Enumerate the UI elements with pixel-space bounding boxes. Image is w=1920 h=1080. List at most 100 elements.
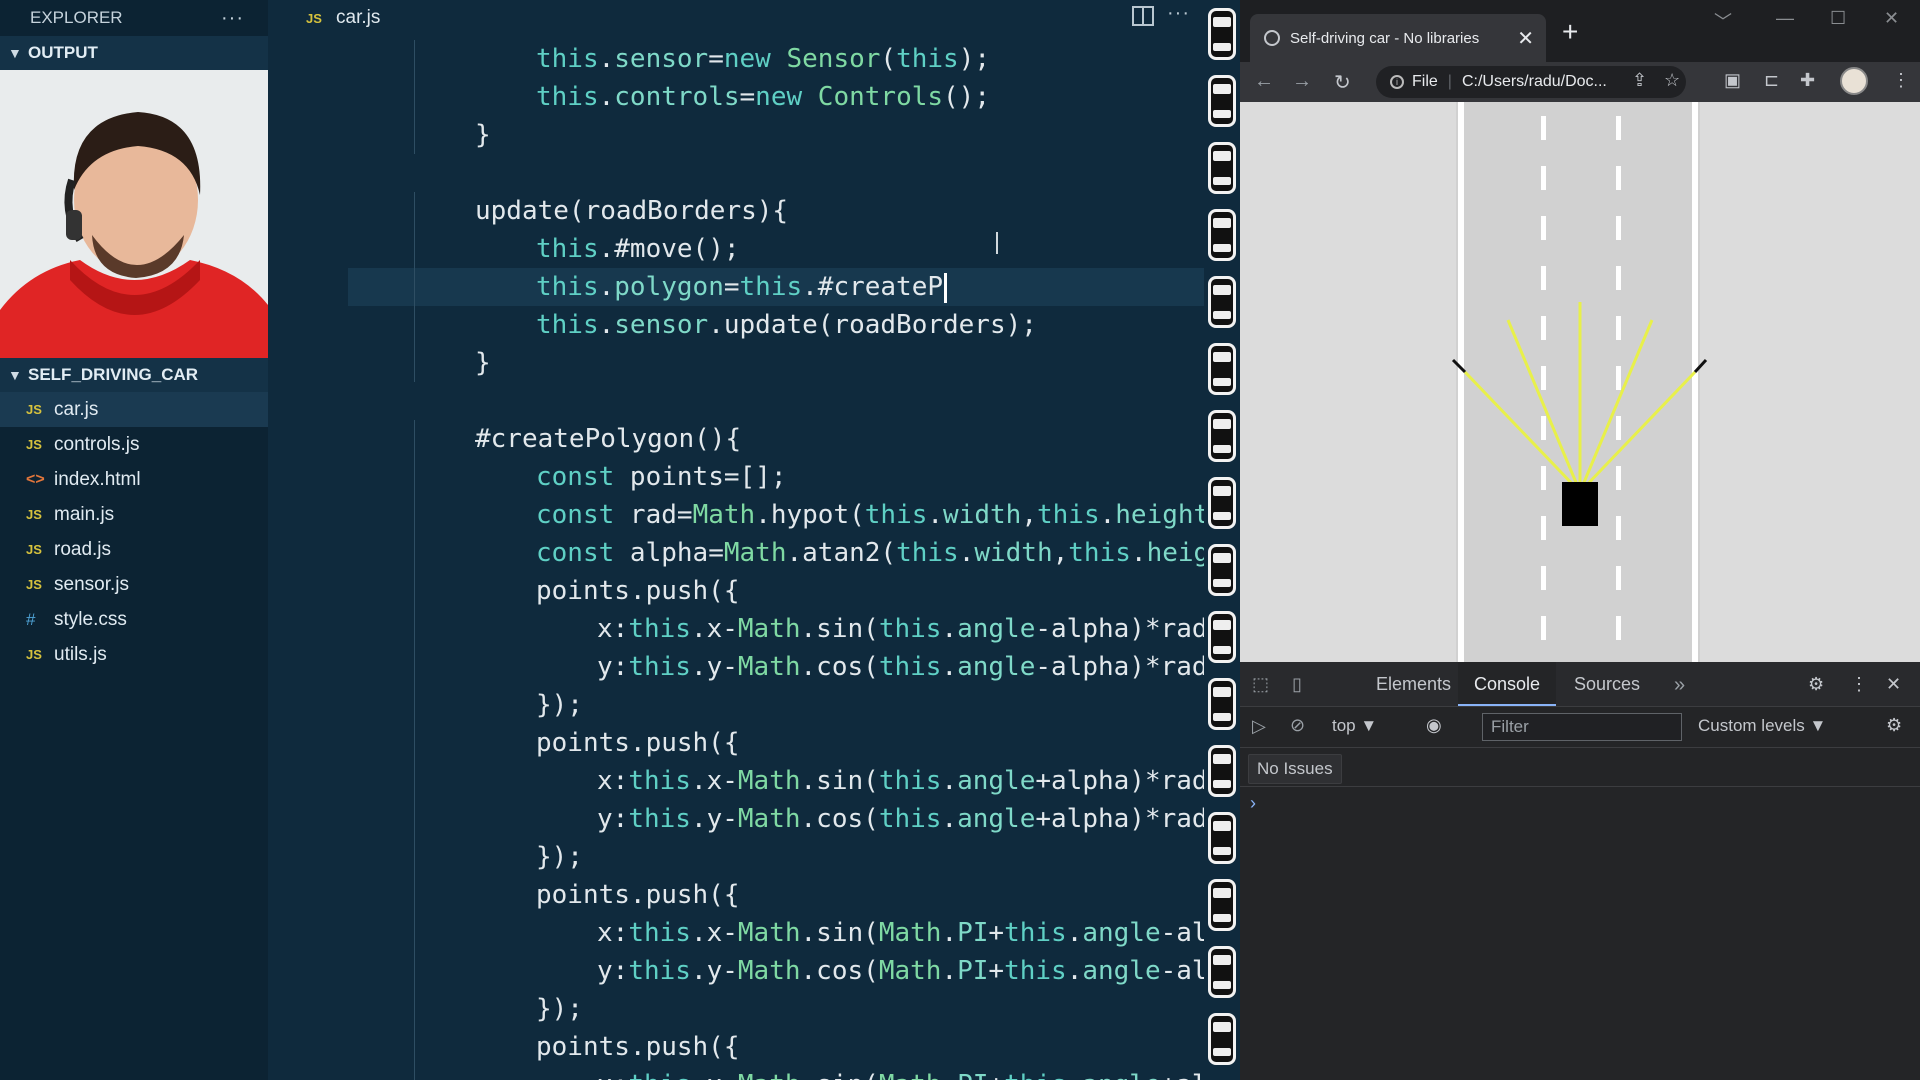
code-line[interactable]: y:this.y-Math.cos(this.angle+alpha)*rad: [268, 800, 1204, 838]
back-icon[interactable]: ←: [1254, 70, 1274, 93]
split-editor-icon[interactable]: [1132, 6, 1154, 26]
more-tabs-icon[interactable]: »: [1674, 674, 1694, 696]
code-line[interactable]: y:this.y-Math.cos(this.angle-alpha)*rad: [268, 648, 1204, 686]
code-line[interactable]: this.sensor.update(roadBorders);: [268, 306, 1204, 344]
code-line[interactable]: const points=[];: [268, 458, 1204, 496]
devtools-menu-icon[interactable]: ⋮: [1850, 674, 1870, 694]
html-file-icon: <>: [26, 470, 45, 488]
code-line[interactable]: });: [268, 686, 1204, 724]
maximize-icon[interactable]: ☐: [1830, 8, 1846, 29]
indent-guide: [414, 724, 415, 762]
reload-icon[interactable]: ↻: [1334, 70, 1351, 95]
code-line[interactable]: x:this.x-Math.sin(Math.PI+this.angle-alp…: [268, 914, 1204, 952]
new-tab-icon[interactable]: +: [1562, 16, 1578, 48]
file-item[interactable]: <> index.html: [0, 462, 268, 497]
code-line[interactable]: const rad=Math.hypot(this.width,this.hei…: [268, 496, 1204, 534]
minimize-icon[interactable]: —: [1776, 8, 1794, 29]
code-line[interactable]: update(roadBorders){: [268, 192, 1204, 230]
eye-icon[interactable]: ◉: [1426, 715, 1446, 735]
car-icon: [1208, 142, 1236, 194]
output-section-header[interactable]: ▼ OUTPUT: [0, 36, 268, 70]
code-editor[interactable]: JS car.js ··· this.sensor=new Sensor(thi…: [268, 0, 1204, 1080]
indent-guide: [414, 192, 415, 230]
no-issues-button[interactable]: No Issues: [1248, 754, 1342, 784]
bookmark-star-icon[interactable]: ☆: [1664, 70, 1680, 91]
code-line[interactable]: const alpha=Math.atan2(this.width,this.h…: [268, 534, 1204, 572]
close-devtools-icon[interactable]: ✕: [1886, 674, 1906, 694]
indent-guide: [414, 1028, 415, 1066]
code-text: }: [475, 348, 491, 378]
code-line[interactable]: [268, 382, 1204, 420]
code-line[interactable]: points.push({: [268, 1028, 1204, 1066]
editor-tab-label: car.js: [336, 7, 381, 28]
code-text: }: [475, 120, 491, 150]
code-text: this.polygon=this.#createP: [536, 272, 944, 302]
indent-guide: [414, 914, 415, 952]
indent-guide: [414, 116, 415, 154]
tab-elements[interactable]: Elements: [1360, 662, 1467, 706]
code-line[interactable]: points.push({: [268, 572, 1204, 610]
mouse-ibeam-cursor: [996, 232, 998, 254]
file-item[interactable]: JS road.js: [0, 532, 268, 567]
code-line[interactable]: #createPolygon(){: [268, 420, 1204, 458]
browser-tab[interactable]: Self-driving car - No libraries ✕: [1250, 14, 1546, 62]
extension-icon[interactable]: ▣: [1724, 70, 1741, 91]
code-line[interactable]: this.controls=new Controls();: [268, 78, 1204, 116]
file-item[interactable]: JS utils.js: [0, 637, 268, 672]
code-line[interactable]: x:this.x-Math.sin(Math.PI+this.angle+alp…: [268, 1066, 1204, 1080]
code-text: this.controls=new Controls();: [536, 82, 990, 112]
explorer-more-icon[interactable]: ···: [221, 7, 244, 30]
file-item[interactable]: JS main.js: [0, 497, 268, 532]
info-icon[interactable]: i: [1390, 75, 1404, 89]
code-line[interactable]: }: [268, 116, 1204, 154]
editor-tab-car-js[interactable]: JS car.js: [268, 0, 380, 36]
code-line-current[interactable]: this.polygon=this.#createP: [348, 268, 1204, 306]
code-line[interactable]: }: [268, 344, 1204, 382]
code-line[interactable]: this.#move();: [268, 230, 1204, 268]
close-tab-icon[interactable]: ✕: [1517, 26, 1534, 51]
code-line[interactable]: x:this.x-Math.sin(this.angle-alpha)*rad,: [268, 610, 1204, 648]
project-section-header[interactable]: ▼ SELF_DRIVING_CAR: [0, 358, 268, 392]
context-selector[interactable]: top ▼: [1332, 716, 1377, 736]
explorer-title: EXPLORER: [30, 8, 123, 27]
console-filter-input[interactable]: [1482, 713, 1682, 741]
window-close-icon[interactable]: ✕: [1884, 8, 1899, 29]
file-item[interactable]: JS sensor.js: [0, 567, 268, 602]
translate-icon[interactable]: ⊏: [1764, 70, 1779, 91]
code-line[interactable]: [268, 154, 1204, 192]
tab-search-icon[interactable]: ﹀: [1714, 8, 1732, 34]
code-text: x:this.x-Math.sin(Math.PI+this.angle+alp…: [597, 1070, 1204, 1080]
output-label: OUTPUT: [28, 43, 98, 62]
code-line[interactable]: x:this.x-Math.sin(this.angle+alpha)*rad,: [268, 762, 1204, 800]
chevron-down-icon: ▼: [8, 367, 22, 383]
code-line[interactable]: });: [268, 838, 1204, 876]
gear-icon[interactable]: ⚙: [1808, 674, 1828, 694]
log-levels-dropdown[interactable]: Custom levels ▼: [1698, 716, 1826, 736]
editor-more-icon[interactable]: ···: [1167, 2, 1190, 25]
device-toolbar-icon[interactable]: ▯: [1292, 674, 1312, 694]
share-icon[interactable]: ⇪: [1632, 70, 1647, 91]
file-item[interactable]: # style.css: [0, 602, 268, 637]
code-text: points.push({: [536, 1032, 740, 1062]
tab-console[interactable]: Console: [1458, 662, 1557, 706]
code-text: });: [536, 994, 583, 1024]
inspect-element-icon[interactable]: ⬚: [1252, 674, 1272, 694]
profile-avatar[interactable]: [1840, 67, 1868, 95]
extensions-puzzle-icon[interactable]: ✚: [1800, 70, 1815, 91]
file-item[interactable]: JS controls.js: [0, 427, 268, 462]
code-line[interactable]: points.push({: [268, 876, 1204, 914]
console-input-row[interactable]: ›: [1240, 787, 1920, 827]
forward-icon[interactable]: →: [1292, 70, 1312, 93]
code-line[interactable]: });: [268, 990, 1204, 1028]
file-item[interactable]: JS car.js: [0, 392, 268, 427]
url-scheme: File: [1412, 73, 1438, 90]
console-settings-gear-icon[interactable]: ⚙: [1886, 715, 1906, 735]
sidebar-toggle-icon[interactable]: ▷: [1252, 716, 1272, 736]
code-line[interactable]: y:this.y-Math.cos(Math.PI+this.angle-alp…: [268, 952, 1204, 990]
tab-sources[interactable]: Sources: [1558, 662, 1656, 706]
code-line[interactable]: this.sensor=new Sensor(this);: [268, 40, 1204, 78]
code-line[interactable]: points.push({: [268, 724, 1204, 762]
code-area[interactable]: this.sensor=new Sensor(this); this.contro…: [268, 40, 1204, 1080]
browser-menu-icon[interactable]: ⋮: [1892, 70, 1910, 91]
clear-console-icon[interactable]: ⊘: [1290, 715, 1310, 735]
